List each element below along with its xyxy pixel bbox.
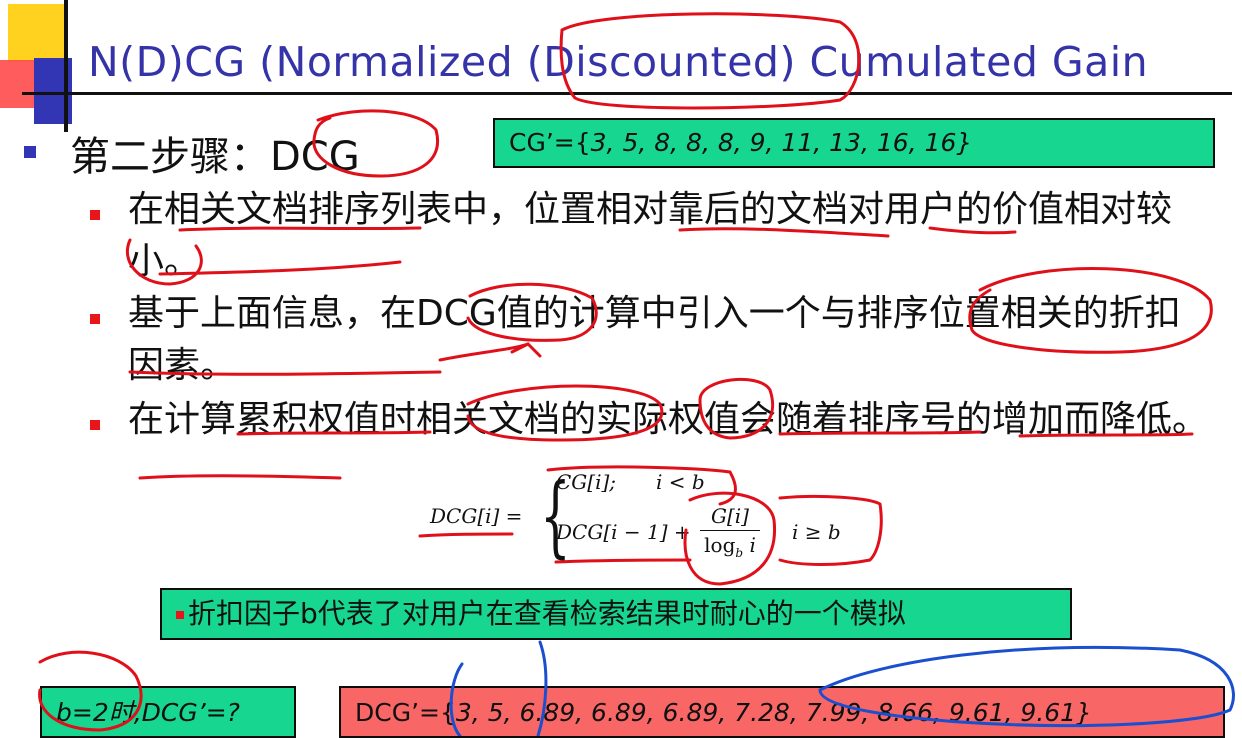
bullet-2-part-a: 基于上面信息，在 [128,293,417,334]
step-heading: 第二步骤：DCG [70,124,360,182]
formula-condition-2: i ≥ b [792,520,841,544]
formula-case-2: DCG[i − 1] + [556,520,691,544]
note-text: 折扣因子b代表了对用户在查看检索结果时耐心的一个模拟 [188,597,906,630]
bullet-2-term: DCG [416,293,497,334]
formula-case-1: CG[i]; [556,470,617,494]
sub-bullet-icon [90,420,100,430]
discount-note-box: 折扣因子b代表了对用户在查看检索结果时耐心的一个模拟 [160,588,1072,640]
decor-yellow-square [8,4,66,62]
question-box: b=2时,DCG’=? [40,686,296,738]
decor-vertical-line [64,0,68,132]
dcg-values: 3, 5, 6.89, 6.89, 6.89, 7.28, 7.99, 8.66… [455,698,1092,727]
ink-underline-3d [138,474,342,480]
dcg-prefix: DCG’={ [355,698,456,727]
fraction-numerator: G[i] [700,504,760,531]
fraction-denominator: logb i [700,531,760,560]
step-label: 第二步骤： [70,134,270,180]
sub-bullet-icon [90,314,100,324]
bullet-3-text: 在计算累积权值时相关文档的实际权值会随着排序号的增加而降低。 [128,399,1209,440]
note-bullet-icon [176,611,184,619]
bullet-1-text: 在相关文档排序列表中，位置相对靠后的文档对用户的价值相对较小。 [128,189,1173,282]
title-underline [22,92,1232,95]
log-variable: i [749,533,756,557]
dcg-formula: DCG[i] = { CG[i]; i < b DCG[i − 1] + G[i… [430,466,890,576]
cg-prefix: CG’={ [509,128,591,157]
formula-fraction: G[i] logb i [700,504,760,560]
step-term: DCG [270,134,360,180]
main-bullet-icon [24,146,36,158]
slide-title: N(D)CG (Normalized (Discounted) Cumulate… [88,38,1149,86]
cg-values: 3, 5, 8, 8, 8, 9, 11, 13, 16, 16} [590,128,973,157]
log-text: log [704,533,736,557]
dcg-values-box: DCG’={3, 5, 6.89, 6.89, 6.89, 7.28, 7.99… [339,686,1225,738]
formula-condition-1: i < b [656,470,705,494]
sub-bullet-icon [90,210,100,220]
cg-values-box: CG’={3, 5, 8, 8, 8, 9, 11, 13, 16, 16} [493,118,1215,168]
log-base: b [735,546,744,560]
formula-lhs: DCG[i] = [430,504,523,528]
bullet-2-text: 基于上面信息，在DCG值的计算中引入一个与排序位置相关的折扣因素。 [128,288,1208,392]
